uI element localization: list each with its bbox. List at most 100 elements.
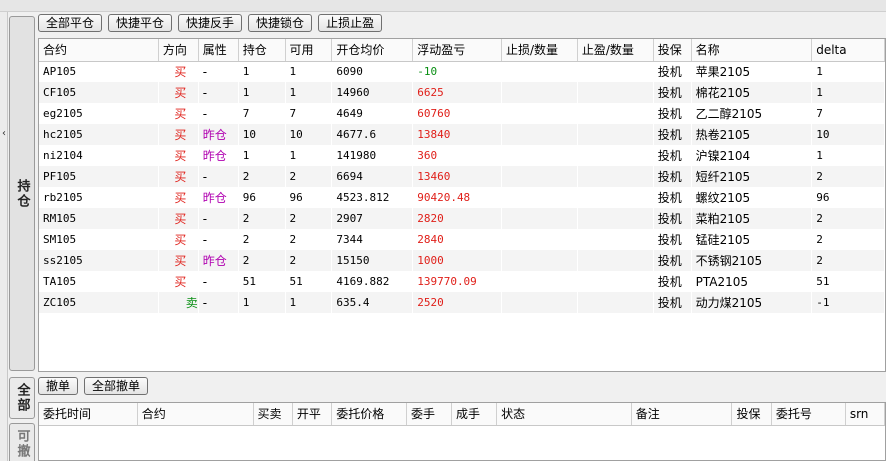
orders-table: 委托时间 合约 买卖 开平 委托价格 委手 成手 状态 备注 投保 委托号 srn bbox=[39, 403, 885, 426]
position-row[interactable]: TA105 买 - 51 51 4169.882 139770.09 投机 PTA2105 51 bbox=[39, 271, 885, 292]
available-qty-cell: 96 bbox=[289, 191, 303, 204]
instrument-name-cell: 动力煤2105 bbox=[691, 292, 812, 313]
column-header[interactable]: 委托时间 bbox=[39, 403, 138, 426]
delta-cell: 1 bbox=[811, 82, 885, 103]
positions-toolbar: 全部平仓 快捷平仓 快捷反手 快捷锁仓 止损止盈 bbox=[38, 14, 383, 32]
delta-cell: 2 bbox=[811, 208, 885, 229]
floating-pnl-cell: -10 bbox=[417, 65, 438, 79]
quick-reverse-button[interactable]: 快捷反手 bbox=[178, 14, 243, 32]
tab-all-orders[interactable]: 全部 bbox=[9, 377, 35, 419]
contract-cell: ni2104 bbox=[43, 149, 83, 162]
stop-loss-cell bbox=[502, 271, 578, 292]
column-header[interactable]: 投保 bbox=[653, 39, 692, 62]
position-row[interactable]: ss2105 买昨仓 2 2 15150 1000 投机 不锈钢2105 2 bbox=[39, 250, 885, 271]
position-row[interactable]: PF105 买 -2 2 6694 13460 投机 短纤2105 2 bbox=[39, 166, 885, 187]
collapse-arrow-icon[interactable]: ‹ bbox=[0, 128, 8, 140]
column-header[interactable]: 方向 bbox=[158, 39, 199, 62]
direction-cell: 买 bbox=[158, 82, 199, 103]
position-row[interactable]: CF105 买 -1 1 14960 6625 投机 棉花2105 1 bbox=[39, 82, 885, 103]
take-profit-cell bbox=[577, 229, 653, 250]
take-profit-cell bbox=[577, 271, 653, 292]
delta-cell: 2 bbox=[811, 250, 885, 271]
attribute-cell: 昨仓 bbox=[202, 149, 227, 163]
top-strip bbox=[0, 0, 886, 12]
open-avg-price-cell: 635.4 bbox=[331, 292, 413, 313]
position-row[interactable]: rb2105 买 昨仓 96 96 4523.812 90420.48 投机 螺纹2105 96 bbox=[39, 187, 885, 208]
attribute-cell: 昨仓 bbox=[198, 250, 239, 271]
column-header[interactable]: 买卖 bbox=[253, 403, 293, 426]
cancel-all-orders-button[interactable]: 全部撤单 bbox=[84, 377, 149, 395]
column-header[interactable]: 属性 bbox=[198, 39, 239, 62]
hedge-flag-cell: 投机 bbox=[657, 275, 682, 289]
position-row[interactable]: ni2104 买 昨仓 1 1 141980 360 投机 沪镍2104 1 bbox=[39, 145, 885, 166]
column-header[interactable]: 持仓 bbox=[238, 39, 286, 62]
quick-close-button[interactable]: 快捷平仓 bbox=[108, 14, 173, 32]
column-header[interactable]: 可用 bbox=[285, 39, 333, 62]
cancel-order-button[interactable]: 撤单 bbox=[38, 377, 79, 395]
column-header[interactable]: 止损/数量 bbox=[501, 39, 578, 62]
take-profit-cell bbox=[577, 166, 654, 187]
position-row[interactable]: hc2105 买昨仓 10 10 4677.6 13840 投机 热卷2105 10 bbox=[39, 124, 885, 145]
hedge-flag-cell: 投机 bbox=[657, 107, 682, 121]
position-row[interactable]: SM105 买 - 2 2 7344 2840 投机 锰硅2105 2 bbox=[39, 229, 885, 250]
available-qty-cell: 2 bbox=[285, 208, 332, 229]
position-row[interactable]: eg2105 买 - 7 7 4649 60760 投机 乙二醇2105 7 bbox=[39, 103, 885, 124]
position-row[interactable]: ZC105 卖 -1 1 635.4 2520 投机 动力煤2105 -1 bbox=[39, 292, 885, 313]
floating-pnl-cell: 1000 bbox=[412, 250, 502, 271]
open-avg-price-cell: 4169.882 bbox=[336, 275, 390, 288]
column-header[interactable]: 备注 bbox=[631, 403, 733, 426]
column-header[interactable]: 成手 bbox=[451, 403, 498, 426]
instrument-name-cell: 锰硅2105 bbox=[695, 233, 751, 247]
attribute-cell: - bbox=[198, 166, 239, 187]
column-header[interactable]: 合约 bbox=[137, 403, 254, 426]
hedge-flag-cell: 投机 bbox=[653, 292, 692, 313]
column-header[interactable]: 合约 bbox=[39, 39, 159, 62]
instrument-name-cell: PTA2105 bbox=[695, 274, 748, 289]
position-row[interactable]: AP105 买 - 1 1 6090 -10 投机 苹果2105 1 bbox=[39, 61, 885, 82]
available-qty-cell: 2 bbox=[289, 233, 297, 246]
column-header[interactable]: 开平 bbox=[292, 403, 333, 426]
direction-cell: 买 bbox=[158, 166, 199, 187]
stop-loss-cell bbox=[502, 187, 578, 208]
column-header[interactable]: 委手 bbox=[406, 403, 453, 426]
open-avg-price-cell: 4523.812 bbox=[336, 191, 390, 204]
floating-pnl-cell: 13460 bbox=[412, 166, 502, 187]
orders-grid[interactable]: 委托时间 合约 买卖 开平 委托价格 委手 成手 状态 备注 投保 委托号 srn bbox=[38, 402, 886, 461]
column-header[interactable]: 开仓均价 bbox=[331, 39, 414, 62]
contract-cell: eg2105 bbox=[43, 107, 83, 120]
available-qty-cell: 7 bbox=[289, 107, 297, 120]
direction-cell: 买 bbox=[174, 107, 187, 121]
panel-collapse-strip[interactable]: ‹ bbox=[0, 12, 8, 461]
column-header[interactable]: 状态 bbox=[496, 403, 632, 426]
instrument-name-cell: 苹果2105 bbox=[695, 65, 751, 80]
tab-positions[interactable]: 持仓 bbox=[9, 16, 35, 371]
delta-cell: 1 bbox=[816, 65, 823, 79]
direction-cell: 卖 bbox=[158, 292, 199, 313]
tab-cancellable-orders[interactable]: 可撤 bbox=[9, 423, 35, 461]
hedge-flag-cell: 投机 bbox=[657, 65, 682, 80]
column-header[interactable]: 投保 bbox=[731, 403, 772, 426]
column-header[interactable]: 名称 bbox=[691, 39, 813, 62]
instrument-name-cell: 螺纹2105 bbox=[695, 191, 751, 205]
take-profit-cell bbox=[577, 292, 654, 313]
instrument-name-cell: 沪镍2104 bbox=[695, 149, 751, 163]
attribute-cell: - bbox=[202, 64, 208, 79]
column-header[interactable]: 止盈/数量 bbox=[577, 39, 654, 62]
column-header[interactable]: 委托价格 bbox=[331, 403, 407, 426]
column-header[interactable]: 浮动盈亏 bbox=[412, 39, 502, 62]
positions-grid[interactable]: 合约 方向 属性 持仓 可用 开仓均价 浮动盈亏 止损/数量 止盈/数量 投保 名称 delta AP… bbox=[38, 38, 886, 372]
open-avg-price-cell: 7344 bbox=[336, 233, 363, 246]
instrument-name-cell: 不锈钢2105 bbox=[691, 250, 812, 271]
take-profit-cell bbox=[577, 145, 653, 166]
close-all-button[interactable]: 全部平仓 bbox=[38, 14, 103, 32]
column-header[interactable]: srn bbox=[845, 403, 885, 426]
hold-qty-cell: 1 bbox=[238, 292, 286, 313]
column-header[interactable]: 委托号 bbox=[771, 403, 846, 426]
quick-lock-button[interactable]: 快捷锁仓 bbox=[248, 14, 313, 32]
position-row[interactable]: RM105 买 -2 2 2907 2820 投机 菜粕2105 2 bbox=[39, 208, 885, 229]
stop-loss-take-profit-button[interactable]: 止损止盈 bbox=[318, 14, 383, 32]
direction-cell: 买 bbox=[158, 250, 199, 271]
attribute-cell: 昨仓 bbox=[202, 191, 227, 205]
column-header[interactable]: delta bbox=[811, 39, 885, 62]
contract-cell: ZC105 bbox=[39, 292, 159, 313]
